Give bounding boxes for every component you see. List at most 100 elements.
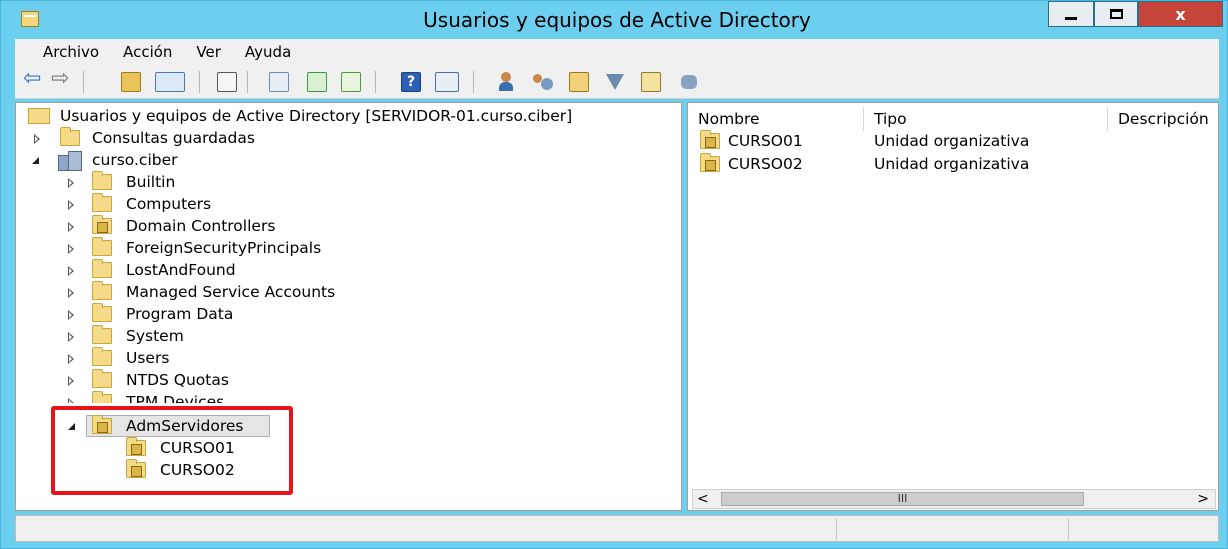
maximize-icon: [1109, 9, 1123, 19]
ou-icon: [700, 153, 720, 172]
toolbar-separator: [375, 71, 376, 93]
title-bar[interactable]: Usuarios y equipos de Active Directory x: [1, 1, 1227, 39]
toolbar-separator: [247, 71, 248, 93]
clipboard-icon[interactable]: [217, 72, 237, 92]
column-header-descripcion[interactable]: Descripción: [1108, 107, 1218, 131]
domain-icon: [58, 151, 82, 171]
ou-icon: [700, 130, 720, 149]
folder-icon: [92, 193, 112, 212]
tree-item-domain-controllers[interactable]: Domain Controllers: [16, 215, 681, 237]
folder-icon: [92, 303, 112, 322]
expand-arrow-icon[interactable]: [68, 332, 74, 342]
folder-icon: [92, 281, 112, 300]
minimize-button[interactable]: [1048, 1, 1094, 27]
expand-arrow-icon[interactable]: [68, 288, 74, 298]
filter-icon[interactable]: [605, 72, 625, 92]
help-icon[interactable]: ?: [401, 72, 421, 92]
column-header-tipo[interactable]: Tipo: [864, 107, 1108, 131]
tree-item-computers[interactable]: Computers: [16, 193, 681, 215]
list-pane[interactable]: Nombre Tipo Descripción CURSO01 Unidad o…: [687, 102, 1219, 511]
list-item-name: CURSO01: [728, 132, 803, 150]
annotation-highlight-box: [51, 406, 293, 495]
expand-arrow-icon[interactable]: [68, 266, 74, 276]
list-item-type: Unidad organizativa: [874, 132, 1030, 150]
expand-arrow-icon[interactable]: [68, 222, 74, 232]
folder-icon: [92, 237, 112, 256]
menu-ver[interactable]: Ver: [184, 43, 233, 61]
folder-icon: [92, 259, 112, 278]
list-item[interactable]: CURSO02 Unidad organizativa: [688, 153, 1218, 175]
status-bar: [15, 515, 1219, 542]
tree-item-ntds-quotas[interactable]: NTDS Quotas: [16, 369, 681, 391]
expand-arrow-icon[interactable]: [34, 134, 40, 144]
folder-icon: [60, 127, 80, 146]
refresh-icon[interactable]: [307, 72, 327, 92]
tree-root[interactable]: Usuarios y equipos de Active Directory […: [16, 105, 681, 127]
back-arrow-icon[interactable]: [23, 66, 43, 92]
status-separator: [1068, 518, 1069, 540]
view-icon[interactable]: [435, 72, 459, 92]
scroll-left-icon[interactable]: <: [697, 490, 709, 508]
new-user-icon[interactable]: [497, 72, 517, 92]
menu-archivo[interactable]: Archivo: [31, 43, 111, 61]
toolbar-separator: [473, 71, 474, 93]
tree-root-label: Usuarios y equipos de Active Directory […: [60, 107, 573, 125]
app-window: Usuarios y equipos de Active Directory x…: [0, 0, 1228, 549]
tree-item-label: Program Data: [126, 305, 234, 323]
folder-icon: [92, 391, 112, 403]
tree-item-label: Consultas guardadas: [92, 129, 255, 147]
find-icon[interactable]: [641, 72, 661, 92]
folder-up-icon[interactable]: [121, 72, 141, 92]
delegate-icon[interactable]: [679, 72, 699, 92]
tree-item-system[interactable]: System: [16, 325, 681, 347]
toolbar: ?: [15, 65, 1219, 99]
tree-item-label: Domain Controllers: [126, 217, 276, 235]
tree-item-label: NTDS Quotas: [126, 371, 229, 389]
folder-icon: [92, 325, 112, 344]
new-ou-icon[interactable]: [569, 72, 589, 92]
window-title: Usuarios y equipos de Active Directory: [423, 8, 811, 32]
properties-icon[interactable]: [269, 72, 289, 92]
tree-item-label: Managed Service Accounts: [126, 283, 336, 301]
tree-item-lostandfound[interactable]: LostAndFound: [16, 259, 681, 281]
tree-item-foreign-security[interactable]: ForeignSecurityPrincipals: [16, 237, 681, 259]
tree-item-program-data[interactable]: Program Data: [16, 303, 681, 325]
tree-item-managed-service[interactable]: Managed Service Accounts: [16, 281, 681, 303]
menu-ayuda[interactable]: Ayuda: [233, 43, 303, 61]
forward-arrow-icon[interactable]: [51, 66, 71, 92]
tree-item-label: ForeignSecurityPrincipals: [126, 239, 322, 257]
expand-arrow-icon[interactable]: [68, 398, 74, 403]
tree-item-users[interactable]: Users: [16, 347, 681, 369]
list-item[interactable]: CURSO01 Unidad organizativa: [688, 130, 1218, 152]
toolbar-separator: [83, 71, 84, 93]
tree-item-label: curso.ciber: [92, 151, 178, 169]
column-header-nombre[interactable]: Nombre: [688, 107, 864, 131]
collapse-arrow-icon[interactable]: [32, 157, 39, 164]
list-item-type: Unidad organizativa: [874, 155, 1030, 173]
tree-item-label: System: [126, 327, 184, 345]
tree-item-tpm-devices[interactable]: TPM Devices: [16, 391, 681, 403]
close-button[interactable]: x: [1138, 1, 1223, 27]
scroll-right-icon[interactable]: >: [1197, 490, 1209, 508]
tree-item-saved-queries[interactable]: Consultas guardadas: [16, 127, 681, 149]
expand-arrow-icon[interactable]: [68, 310, 74, 320]
horizontal-scrollbar[interactable]: < III >: [692, 489, 1216, 509]
export-list-icon[interactable]: [341, 72, 361, 92]
expand-arrow-icon[interactable]: [68, 178, 74, 188]
scroll-thumb[interactable]: III: [721, 492, 1084, 506]
expand-arrow-icon[interactable]: [68, 354, 74, 364]
toolbar-separator: [199, 71, 200, 93]
tree-item-label: Users: [126, 349, 170, 367]
tree-item-label: Computers: [126, 195, 212, 213]
menu-accion[interactable]: Acción: [111, 43, 184, 61]
expand-arrow-icon[interactable]: [68, 244, 74, 254]
tree-item-label: LostAndFound: [126, 261, 236, 279]
expand-arrow-icon[interactable]: [68, 200, 74, 210]
expand-arrow-icon[interactable]: [68, 376, 74, 386]
maximize-button[interactable]: [1094, 1, 1138, 27]
new-group-icon[interactable]: [533, 72, 553, 92]
minimize-icon: [1065, 16, 1077, 20]
tree-item-domain[interactable]: curso.ciber: [16, 149, 681, 171]
show-tree-icon[interactable]: [155, 72, 185, 92]
tree-item-builtin[interactable]: Builtin: [16, 171, 681, 193]
